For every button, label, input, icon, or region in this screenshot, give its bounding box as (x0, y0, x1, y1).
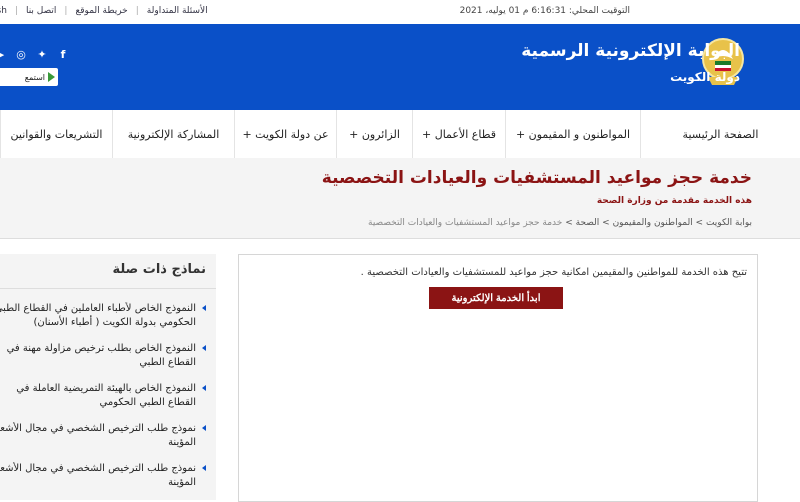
breadcrumb: بوابة الكويت > المواطنون والمقيمون > الص… (368, 218, 752, 228)
related-forms-title: نماذج ذات صلة (112, 262, 206, 277)
list-item-line: نموذج طلب الترخيص الشخصي في مجال الأشعة (0, 463, 196, 474)
list-item-line: القطاع الطبي الحكومي (99, 397, 197, 408)
instagram-icon[interactable]: ◎ (13, 46, 29, 62)
top-bar: التوقيت المحلي: 6:16:31 م 01 يوليه، 2021… (0, 0, 800, 25)
list-item[interactable]: نموذج طلب الترخيص الشخصي في مجال الأشعة … (0, 462, 216, 490)
site-title: البوابة الإلكترونية الرسمية (521, 41, 740, 61)
list-item-line: نموذج طلب الترخيص الشخصي في مجال الأشعة (0, 423, 196, 434)
nav-home[interactable]: الصفحة الرئيسية (640, 110, 800, 158)
list-item-line: الحكومي بدولة الكويت ( أطباء الأسنان) (33, 317, 196, 328)
nav-visitors[interactable]: الزائرون + (336, 110, 412, 158)
listen-label: استمع (24, 72, 45, 82)
bullet-icon (202, 425, 206, 431)
bullet-icon (202, 305, 206, 311)
breadcrumb-current: خدمة حجز مواعيد المستشفيات والعيادات الت… (368, 218, 563, 228)
separator: | (135, 6, 139, 16)
nav-citizens[interactable]: المواطنون و المقيمون + (505, 110, 640, 158)
bullet-icon (202, 345, 206, 351)
divider (0, 288, 216, 289)
list-item[interactable]: النموذج الخاص بطلب ترخيص مزاولة مهنة في … (0, 342, 216, 370)
sitemap-link[interactable]: خريطة الموقع (75, 6, 127, 16)
lang-link[interactable]: ish (0, 6, 7, 16)
main-nav: الصفحة الرئيسية المواطنون و المقيمون + ق… (0, 110, 800, 159)
contact-link[interactable]: اتصل بنا (26, 6, 56, 16)
breadcrumb-path[interactable]: بوابة الكويت > المواطنون والمقيمون > الص… (562, 218, 752, 228)
list-item[interactable]: النموذج الخاص لأطباء العاملين في القطاع … (0, 302, 216, 330)
top-links: ish | اتصل بنا | خريطة الموقع | الأسئلة … (0, 6, 208, 16)
twitter-icon[interactable]: ✦ (34, 46, 50, 62)
list-item-line: القطاع الطبي (139, 357, 196, 368)
main-content: تتيح هذه الخدمة للمواطنين والمقيمين امكا… (0, 240, 800, 502)
local-time: التوقيت المحلي: 6:16:31 م 01 يوليه، 2021 (459, 6, 630, 16)
list-item-line: النموذج الخاص بطلب ترخيص مزاولة مهنة في (6, 343, 196, 354)
facebook-icon[interactable]: f (55, 46, 71, 62)
list-item-line: المؤينة (168, 477, 196, 488)
faq-link[interactable]: الأسئلة المتداولة (147, 6, 208, 16)
nav-legislation[interactable]: التشريعات والقوانين (0, 110, 112, 158)
nav-e-participation[interactable]: المشاركة الإلكترونية (112, 110, 234, 158)
bullet-icon (202, 465, 206, 471)
list-item-line: النموذج الخاص بالهيئة التمريضية العاملة … (16, 383, 196, 394)
nav-business[interactable]: قطاع الأعمال + (412, 110, 505, 158)
list-item-line: النموذج الخاص لأطباء العاملين في القطاع … (0, 303, 196, 314)
service-description: تتيح هذه الخدمة للمواطنين والمقيمين امكا… (360, 267, 747, 278)
start-service-button[interactable]: ابدأ الخدمة الإلكترونية (429, 287, 563, 309)
nav-about-kuwait[interactable]: عن دولة الكويت + (234, 110, 336, 158)
separator: | (14, 6, 18, 16)
bullet-icon (202, 385, 206, 391)
social-links: ▶ ◎ ✦ f (0, 46, 71, 62)
list-item[interactable]: النموذج الخاص بالهيئة التمريضية العاملة … (0, 382, 216, 410)
page-header: خدمة حجز مواعيد المستشفيات والعيادات الت… (0, 158, 800, 239)
service-box: تتيح هذه الخدمة للمواطنين والمقيمين امكا… (238, 254, 758, 502)
related-forms-list: النموذج الخاص لأطباء العاملين في القطاع … (0, 302, 216, 502)
related-forms-panel: نماذج ذات صلة النموذج الخاص لأطباء العام… (0, 254, 216, 500)
page-subtitle: هذه الخدمة مقدمة من وزارة الصحة (596, 196, 752, 206)
youtube-icon[interactable]: ▶ (0, 46, 8, 62)
list-item-line: المؤينة (168, 437, 196, 448)
separator: | (64, 6, 68, 16)
site-header: البوابة الإلكترونية الرسمية دولة الكويت … (0, 24, 800, 110)
play-icon (48, 72, 55, 82)
page-title: خدمة حجز مواعيد المستشفيات والعيادات الت… (321, 168, 752, 188)
listen-button[interactable]: استمع (0, 68, 58, 86)
list-item[interactable]: نموذج طلب الترخيص الشخصي في مجال الأشعة … (0, 422, 216, 450)
site-subtitle: دولة الكويت (670, 70, 740, 84)
